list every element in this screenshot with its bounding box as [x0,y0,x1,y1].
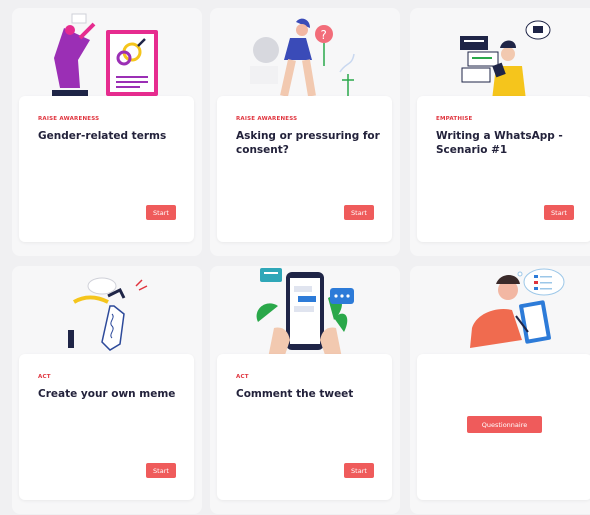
card-content: RAISE AWARENESS Gender-related terms Sta… [19,96,194,242]
activity-card-meme: ACT Create your own meme Start [12,266,202,514]
activity-card-consent: ? RAISE AWARENESS Asking or pressuring f… [210,8,400,256]
consent-question-illustration: ? [250,18,355,97]
card-content: Questionnaire [417,354,590,500]
card-content: ACT Comment the tweet Start [217,354,392,500]
start-button[interactable]: Start [544,205,574,220]
card-title: Writing a WhatsApp - Scenario #1 [436,130,563,156]
card-title: Asking or pressuring for consent? [236,130,380,156]
activity-grid: RAISE AWARENESS Gender-related terms Sta… [0,0,590,515]
start-button[interactable]: Start [146,205,176,220]
card-content: RAISE AWARENESS Asking or pressuring for… [217,96,392,242]
questionnaire-button[interactable]: Questionnaire [467,416,542,433]
card-title: Create your own meme [38,388,176,400]
start-button[interactable]: Start [344,205,374,220]
card-title: Comment the tweet [236,388,354,400]
card-title: Gender-related terms [38,130,167,142]
card-category: RAISE AWARENESS [236,116,298,122]
start-button[interactable]: Start [146,463,176,478]
card-content: ACT Create your own meme Start [19,354,194,500]
meme-creator-illustration [68,277,148,351]
phone-comment-illustration [256,268,354,358]
activity-card-gender-terms: RAISE AWARENESS Gender-related terms Sta… [12,8,202,256]
card-category: RAISE AWARENESS [38,116,100,122]
svg-text:?: ? [321,28,327,42]
card-content: EMPATHISE Writing a WhatsApp - Scenario … [417,96,590,242]
questionnaire-illustration [470,268,565,348]
card-category: ACT [236,374,249,380]
card-category: ACT [38,374,51,380]
card-category: EMPATHISE [436,116,473,122]
start-button[interactable]: Start [344,463,374,478]
activity-card-questionnaire: Questionnaire [410,266,590,514]
activity-card-whatsapp: EMPATHISE Writing a WhatsApp - Scenario … [410,8,590,256]
gender-symbols-illustration [52,13,158,98]
messaging-illustration [460,20,551,100]
activity-card-tweet: ACT Comment the tweet Start [210,266,400,514]
